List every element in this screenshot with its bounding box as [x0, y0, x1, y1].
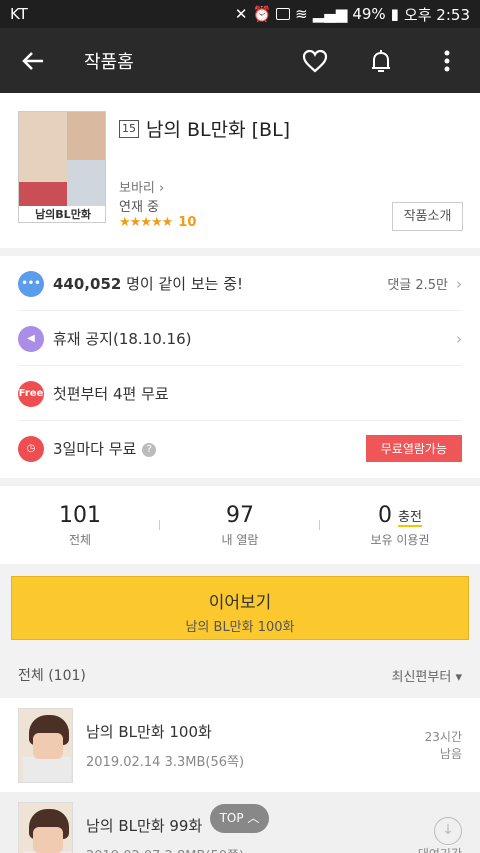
- battery-percent: 49%: [352, 5, 386, 23]
- viewers-row[interactable]: ••• 440,052 명이 같이 보는 중! 댓글 2.5만 ›: [0, 256, 480, 311]
- hd-icon: [276, 8, 291, 20]
- charge-link[interactable]: 충전: [398, 510, 422, 527]
- page-title: 작품홈: [84, 51, 134, 73]
- mute-icon: ✕: [234, 5, 248, 23]
- continue-episode: 남의 BL만화 100화: [185, 620, 295, 635]
- help-icon[interactable]: ?: [142, 442, 157, 457]
- episode-thumbnail: [18, 707, 73, 783]
- clock-icon: ◷: [18, 435, 44, 462]
- wait-free-row: ◷ 3일마다 무료? 무료열람가능: [0, 421, 480, 476]
- wait-free-text: 3일마다 무료: [53, 440, 137, 458]
- stat-tickets-label: 보유 이용권: [370, 532, 430, 547]
- cover-title: 남의BL만화: [19, 206, 105, 222]
- download-area: ↓ 대여기간: [418, 816, 462, 853]
- stat-total-num: 101: [59, 502, 101, 528]
- back-button[interactable]: [0, 28, 66, 93]
- signal-icon: ▂▄▆: [312, 5, 348, 23]
- free-icon: Free: [18, 380, 44, 407]
- more-menu-button[interactable]: [414, 28, 480, 93]
- top-label: TOP: [219, 811, 244, 825]
- episode-row[interactable]: 남의 BL만화 100화 2019.02.14 3.3MB(56쪽) 23시간 …: [0, 698, 480, 792]
- app-toolbar: 작품홈: [0, 28, 480, 93]
- battery-icon: ▮: [390, 5, 399, 23]
- work-info-section: 남의BL만화 15 남의 BL만화 [BL] 보바리 › 연재 중 ★★★★★ 1…: [0, 93, 480, 248]
- rating: ★★★★★ 10: [119, 215, 196, 230]
- work-title: 남의 BL만화 [BL]: [146, 119, 291, 141]
- free-episodes-text: 첫편부터 4편 무료: [53, 385, 169, 403]
- episode-title: 남의 BL만화 100화: [86, 722, 212, 741]
- notification-button[interactable]: [348, 28, 414, 93]
- chevron-right-icon: ›: [159, 181, 165, 196]
- rental-time: 23시간: [424, 730, 462, 744]
- star-icons: ★★★★★: [119, 215, 173, 230]
- more-vert-icon: [444, 50, 450, 71]
- comments-count: 댓글 2.5만: [387, 278, 448, 293]
- stat-read-num: 97: [226, 502, 254, 528]
- caret-down-icon: ▾: [455, 669, 462, 685]
- age-rating-badge: 15: [119, 120, 139, 138]
- carrier-label: KT: [10, 5, 28, 23]
- alarm-icon: ⏰: [252, 5, 272, 23]
- free-available-badge[interactable]: 무료열람가능: [365, 435, 462, 462]
- hiatus-notice-text: 휴재 공지(18.10.16): [53, 330, 192, 348]
- stat-total-label: 전체: [68, 532, 92, 547]
- megaphone-icon: ◀: [18, 325, 44, 352]
- author-name: 보바리: [119, 181, 155, 196]
- favorite-button[interactable]: [282, 28, 348, 93]
- download-icon[interactable]: ↓: [434, 816, 462, 845]
- episode-list-header: 전체 (101) 최신편부터 ▾: [0, 652, 480, 698]
- stat-tickets-num: 0: [378, 502, 393, 528]
- scroll-top-button[interactable]: TOP ︿: [210, 804, 269, 833]
- episode-thumbnail: [18, 801, 73, 853]
- back-arrow-icon: [22, 51, 43, 70]
- sort-dropdown[interactable]: 최신편부터 ▾: [392, 666, 462, 685]
- stat-read-label: 내 열람: [221, 532, 259, 547]
- rental-period-label: 대여기간: [418, 845, 462, 853]
- continue-reading-button[interactable]: 이어보기 남의 BL만화 100화: [11, 576, 469, 640]
- work-intro-button[interactable]: 작품소개: [392, 202, 463, 231]
- episode-meta: 2019.02.14 3.3MB(56쪽): [86, 754, 245, 770]
- viewers-text: 명이 같이 보는 중!: [126, 275, 244, 293]
- sort-label: 최신편부터: [391, 669, 452, 685]
- hiatus-notice-row[interactable]: ◀ 휴재 공지(18.10.16) ›: [0, 311, 480, 366]
- status-icons: ✕ ⏰ ≋ ▂▄▆ 49% ▮ 오후 2:53: [235, 4, 470, 25]
- chevron-up-icon: ︿: [247, 811, 260, 825]
- continue-label: 이어보기: [208, 593, 272, 613]
- rental-status: 남음: [439, 747, 462, 761]
- stat-total: 101 전체: [0, 486, 160, 564]
- clock: 오후 2:53: [403, 5, 470, 24]
- chevron-right-icon: ›: [456, 274, 462, 293]
- heart-icon: [302, 49, 328, 72]
- stat-read: 97 내 열람: [160, 486, 320, 564]
- chevron-right-icon: ›: [456, 329, 462, 348]
- chat-icon: •••: [18, 270, 44, 297]
- status-bar: KT ✕ ⏰ ≋ ▂▄▆ 49% ▮ 오후 2:53: [0, 0, 480, 28]
- episode-count: 전체 (101): [18, 668, 86, 684]
- episode-meta: 2019.02.07 2.8MB(50쪽): [86, 845, 418, 853]
- feature-list: ••• 440,052 명이 같이 보는 중! 댓글 2.5만 › ◀ 휴재 공지…: [0, 256, 480, 478]
- stat-tickets: 0 충전 보유 이용권: [320, 486, 480, 564]
- wifi-icon: ≋: [295, 5, 308, 23]
- cover-image: 남의BL만화: [18, 111, 106, 223]
- bell-icon: [372, 49, 390, 72]
- stats-bar: 101 전체 97 내 열람 0 충전 보유 이용권: [0, 486, 480, 564]
- author-link[interactable]: 보바리 ›: [119, 177, 164, 196]
- free-episodes-row: Free 첫편부터 4편 무료: [0, 366, 480, 421]
- rating-score: 10: [178, 215, 197, 230]
- viewers-count: 440,052: [53, 275, 122, 293]
- serial-status: 연재 중: [119, 200, 160, 215]
- rental-remaining: 23시간 남음: [425, 728, 462, 762]
